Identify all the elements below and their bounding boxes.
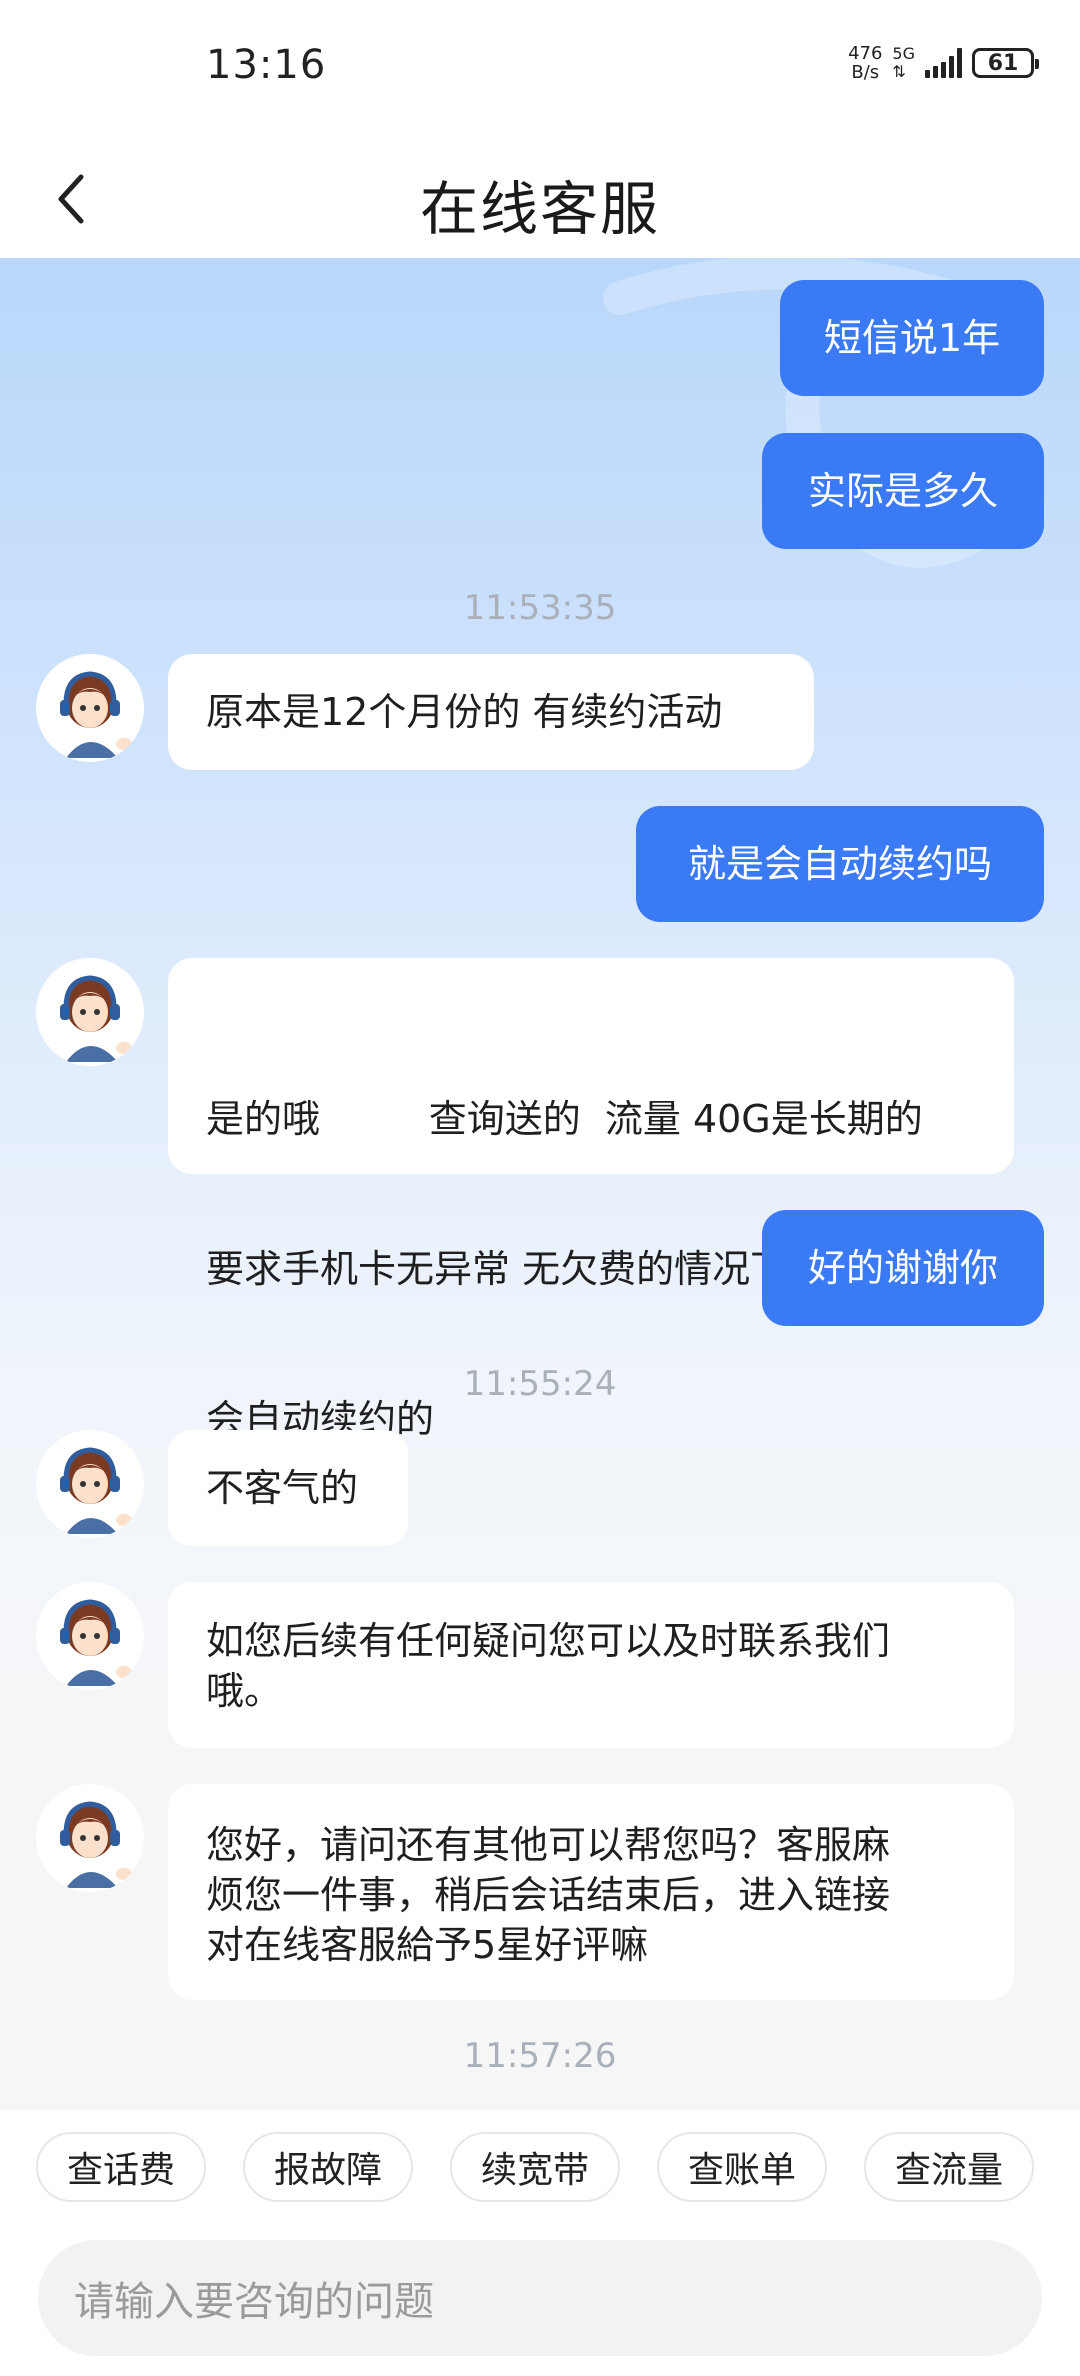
message-text: 原本是12个月份的 有续约活动: [206, 690, 723, 734]
agent-avatar: [36, 1430, 144, 1538]
quick-action-check-data[interactable]: 查流量: [864, 2132, 1034, 2202]
battery-level: 61: [987, 50, 1019, 76]
user-message: 就是会自动续约吗: [636, 806, 1044, 922]
agent-message: 不客气的: [168, 1430, 408, 1546]
agent-avatar: [36, 654, 144, 762]
signal-icon: [925, 48, 962, 78]
quick-action-check-balance[interactable]: 查话费: [36, 2132, 206, 2202]
user-message: 好的谢谢你: [762, 1210, 1044, 1326]
nav-header: 在线客服: [0, 140, 1080, 258]
agent-message: 您好，请问还有其他可以帮您吗？客服麻 烦您一件事，稍后会话结束后，进入链接 对在…: [168, 1784, 1014, 2000]
agent-avatar: [36, 1784, 144, 1892]
agent-avatar: [36, 958, 144, 1066]
message-timestamp: 11:57:26: [463, 2036, 617, 2076]
quick-action-label: 续宽带: [480, 2150, 589, 2191]
bottom-bar: 查话费 报故障 续宽带 查账单 查流量 请输入要咨询的问题: [0, 2110, 1080, 2376]
message-text-line: 对在线客服給予5星好评嘛: [206, 1923, 649, 1967]
message-text: 好的谢谢你: [807, 1246, 998, 1290]
agent-avatar-icon: [36, 958, 144, 1066]
network-speed: 476 B/s: [848, 44, 882, 82]
message-input[interactable]: 请输入要咨询的问题: [38, 2240, 1042, 2356]
agent-message: 原本是12个月份的 有续约活动: [168, 654, 814, 770]
agent-message: 是的哦 查询送的 流量 40G是长期的 要求手机卡无异常 无欠费的情况下 系统 …: [168, 958, 1014, 1441]
data-activity-icon: ⇅: [892, 62, 906, 81]
agent-avatar-icon: [36, 1582, 144, 1690]
battery-icon: 61: [972, 48, 1039, 78]
network-type: 5G ⇅: [892, 45, 915, 81]
network-speed-value: 476: [848, 43, 883, 64]
status-time: 13:16: [206, 42, 327, 88]
quick-action-label: 查流量: [894, 2150, 1003, 2191]
message-input-placeholder: 请输入要咨询的问题: [74, 2279, 434, 2325]
agent-avatar-icon: [36, 1430, 144, 1538]
message-text: 实际是多久: [807, 469, 998, 513]
user-message: 实际是多久: [762, 433, 1044, 549]
status-indicators: 476 B/s 5G ⇅ 61: [848, 44, 1039, 82]
message-text: 就是会自动续约吗: [687, 842, 992, 886]
agent-avatar-icon: [36, 1784, 144, 1892]
message-timestamp: 11:53:35: [463, 588, 617, 628]
agent-avatar: [36, 1582, 144, 1690]
user-message: 短信说1年: [780, 280, 1044, 396]
page-title: 在线客服: [419, 175, 660, 243]
quick-action-label: 查账单: [687, 2150, 796, 2191]
quick-action-label: 报故障: [273, 2150, 382, 2191]
agent-avatar-icon: [36, 654, 144, 762]
quick-action-renew-broadband[interactable]: 续宽带: [450, 2132, 620, 2202]
message-text-line: 烦您一件事，稍后会话结束后，进入链接: [206, 1873, 891, 1917]
message-text-line: 哦。: [206, 1669, 283, 1713]
network-type-label: 5G: [892, 44, 915, 63]
quick-action-report-fault[interactable]: 报故障: [243, 2132, 413, 2202]
message-timestamp: 11:55:24: [463, 1364, 617, 1404]
status-bar: 13:16 476 B/s 5G ⇅ 61: [0, 0, 1080, 140]
message-text: 短信说1年: [823, 316, 1001, 360]
network-speed-unit: B/s: [851, 62, 880, 83]
message-text-line: 是的哦 查询送的 流量 40G是长期的: [206, 1097, 923, 1141]
message-text: 不客气的: [206, 1466, 359, 1510]
message-text-line: 如您后续有任何疑问您可以及时联系我们: [206, 1619, 891, 1663]
quick-action-check-bill[interactable]: 查账单: [657, 2132, 827, 2202]
message-text-line: 您好，请问还有其他可以帮您吗？客服麻: [206, 1823, 891, 1867]
chat-area[interactable]: 短信说1年 实际是多久 11:53:35 原本是12个月份的 有续约活动 就是会…: [0, 258, 1080, 2110]
agent-message: 如您后续有任何疑问您可以及时联系我们 哦。: [168, 1582, 1014, 1748]
quick-action-label: 查话费: [66, 2150, 175, 2191]
